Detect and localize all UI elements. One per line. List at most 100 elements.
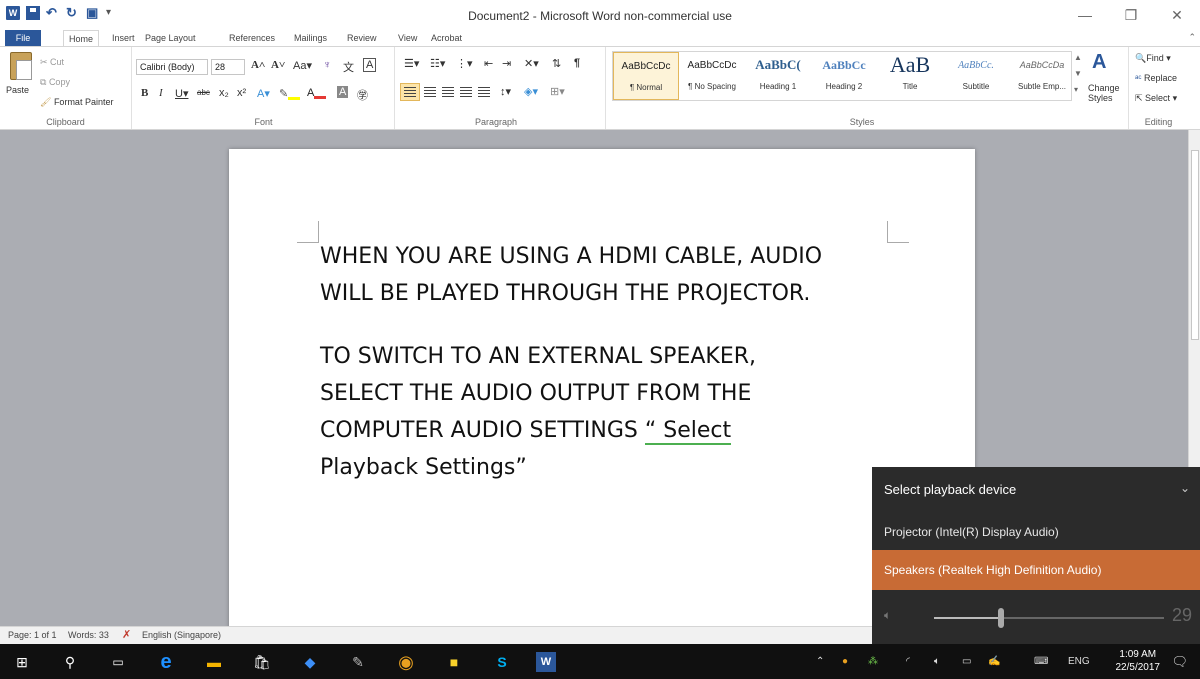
- paragraph-2[interactable]: TO SWITCH TO AN EXTERNAL SPEAKER, SELECT…: [320, 338, 900, 486]
- language-tray[interactable]: ENG: [1068, 644, 1090, 679]
- style-heading-1[interactable]: AaBbC( Heading 1: [745, 52, 811, 100]
- shrink-font-icon[interactable]: A˅: [271, 59, 285, 71]
- format-painter-button[interactable]: 🖌 Format Painter: [40, 97, 113, 108]
- justify-icon[interactable]: [460, 87, 472, 97]
- borders-icon[interactable]: ⊞▾: [550, 85, 565, 98]
- edge-icon[interactable]: e: [156, 651, 176, 673]
- grow-font-icon[interactable]: A˄: [251, 59, 265, 71]
- change-styles-icon[interactable]: A: [1092, 51, 1106, 74]
- sort-icon[interactable]: ⇅: [552, 57, 561, 70]
- tab-view[interactable]: View: [398, 30, 417, 46]
- device-projector[interactable]: Projector (Intel(R) Display Audio): [872, 512, 1200, 552]
- tab-file[interactable]: File: [5, 30, 41, 46]
- battery-icon[interactable]: ▭: [962, 644, 971, 679]
- chevron-down-icon[interactable]: ⌄: [1180, 481, 1190, 495]
- style-subtitle[interactable]: AaBbCc. Subtitle: [943, 52, 1009, 100]
- enclose-characters-icon[interactable]: ㊫: [357, 87, 368, 103]
- style-normal[interactable]: AaBbCcDc ¶ Normal: [613, 52, 679, 100]
- minimize-button[interactable]: —: [1062, 0, 1108, 30]
- paint-icon[interactable]: ✎: [348, 652, 368, 672]
- font-size-combo[interactable]: 28: [211, 59, 245, 75]
- styles-scroll-down-icon[interactable]: ▼: [1074, 69, 1082, 78]
- bold-button[interactable]: B: [141, 87, 148, 99]
- chrome-icon[interactable]: ◉: [396, 652, 416, 672]
- volume-slider[interactable]: [934, 608, 1164, 628]
- proofing-icon[interactable]: ✗: [122, 629, 134, 641]
- chinese-layout-icon[interactable]: ✕▾: [524, 57, 539, 70]
- styles-scroll-up-icon[interactable]: ▲: [1074, 53, 1082, 62]
- underline-button[interactable]: U▾: [175, 87, 188, 100]
- ribbon-collapse-icon[interactable]: ⌃: [1188, 32, 1196, 43]
- replace-button[interactable]: ᵃᶜ Replace: [1135, 73, 1177, 83]
- bullets-icon[interactable]: ☰▾: [404, 57, 419, 70]
- system-clock[interactable]: 1:09 AM 22/5/2017: [1116, 648, 1161, 674]
- center-icon[interactable]: [424, 87, 436, 97]
- show-hidden-icons[interactable]: ⌃: [816, 644, 824, 679]
- font-color-button[interactable]: A: [307, 87, 327, 99]
- restore-button[interactable]: ❐: [1108, 0, 1154, 30]
- paste-icon[interactable]: [10, 52, 32, 80]
- page-count[interactable]: Page: 1 of 1: [8, 630, 57, 640]
- show-hide-marks-icon[interactable]: ¶: [574, 57, 580, 69]
- task-view-icon[interactable]: ▭: [108, 652, 128, 672]
- paragraph-1[interactable]: WHEN YOU ARE USING A HDMI CABLE, AUDIO W…: [320, 238, 900, 312]
- font-name-combo[interactable]: Calibri (Body): [136, 59, 208, 75]
- character-shading-icon[interactable]: A: [337, 86, 349, 98]
- pen-icon[interactable]: ✍: [988, 644, 1000, 679]
- chrome-tray-icon[interactable]: ●: [842, 644, 848, 679]
- scrollbar-thumb[interactable]: [1191, 150, 1199, 340]
- paste-button[interactable]: Paste: [6, 85, 29, 95]
- tab-home[interactable]: Home: [63, 30, 100, 47]
- volume-thumb[interactable]: [997, 608, 1004, 628]
- style-subtle-emphasis[interactable]: AaBbCcDa Subtle Emp...: [1009, 52, 1075, 100]
- file-explorer-icon[interactable]: ▬: [204, 652, 224, 672]
- text-effects-icon[interactable]: A▾: [257, 87, 270, 100]
- start-windows-icon[interactable]: ⊞: [12, 652, 32, 672]
- numbering-icon[interactable]: ☷▾: [430, 57, 445, 70]
- style-title[interactable]: AaB Title: [877, 52, 943, 100]
- distributed-icon[interactable]: [478, 87, 490, 97]
- keyboard-icon[interactable]: ⌨: [1034, 644, 1048, 679]
- align-right-icon[interactable]: [442, 87, 454, 97]
- document-page[interactable]: WHEN YOU ARE USING A HDMI CABLE, AUDIO W…: [229, 149, 975, 629]
- speaker-icon[interactable]: 🔈︎: [884, 608, 891, 623]
- tab-acrobat[interactable]: Acrobat: [431, 30, 462, 46]
- superscript-button[interactable]: x²: [237, 87, 246, 99]
- store-icon[interactable]: 🛍︎: [252, 652, 272, 672]
- grammar-flagged-text[interactable]: “ Select: [644, 418, 732, 445]
- volume-tray-icon[interactable]: 🔈︎: [934, 644, 940, 679]
- sticky-notes-icon[interactable]: ■: [444, 652, 464, 672]
- change-styles-button[interactable]: Change Styles: [1088, 83, 1120, 103]
- network-tray-icon[interactable]: ⁂: [868, 644, 878, 679]
- tab-review[interactable]: Review: [347, 30, 377, 46]
- strikethrough-button[interactable]: abc: [197, 88, 210, 97]
- dropbox-icon[interactable]: ◆: [300, 652, 320, 672]
- cut-button[interactable]: ✂ Cut: [40, 57, 64, 68]
- subscript-button[interactable]: x₂: [219, 87, 229, 99]
- copy-button[interactable]: ⧉ Copy: [40, 77, 70, 88]
- close-button[interactable]: ✕: [1154, 0, 1200, 30]
- decrease-indent-icon[interactable]: ⇤: [484, 57, 493, 70]
- increase-indent-icon[interactable]: ⇥: [502, 57, 511, 70]
- skype-icon[interactable]: S: [492, 652, 512, 672]
- select-button[interactable]: ⇱ Select ▾: [1135, 93, 1177, 104]
- character-border-icon[interactable]: A: [363, 58, 377, 72]
- clear-formatting-icon[interactable]: ♆: [323, 59, 331, 71]
- style-no-spacing[interactable]: AaBbCcDc ¶ No Spacing: [679, 52, 745, 100]
- change-case-icon[interactable]: Aa▾: [293, 59, 312, 72]
- highlight-color-button[interactable]: ✎: [279, 87, 301, 100]
- word-taskbar-icon[interactable]: W: [536, 652, 556, 672]
- action-center-icon[interactable]: 🗨︎: [1171, 644, 1188, 679]
- word-count[interactable]: Words: 33: [68, 630, 109, 640]
- find-button[interactable]: 🔍Find ▾: [1135, 53, 1171, 64]
- language-indicator[interactable]: English (Singapore): [142, 630, 221, 640]
- device-speakers[interactable]: Speakers (Realtek High Definition Audio): [872, 550, 1200, 590]
- italic-button[interactable]: I: [159, 87, 163, 99]
- wifi-icon[interactable]: ◜: [906, 644, 910, 679]
- search-icon[interactable]: ⚲: [60, 652, 80, 672]
- shading-icon[interactable]: ◈▾: [524, 85, 538, 98]
- tab-references[interactable]: References: [229, 30, 275, 46]
- tab-page-layout[interactable]: Page Layout: [145, 30, 196, 46]
- style-heading-2[interactable]: AaBbCc Heading 2: [811, 52, 877, 100]
- phonetic-guide-icon[interactable]: 文: [343, 59, 354, 75]
